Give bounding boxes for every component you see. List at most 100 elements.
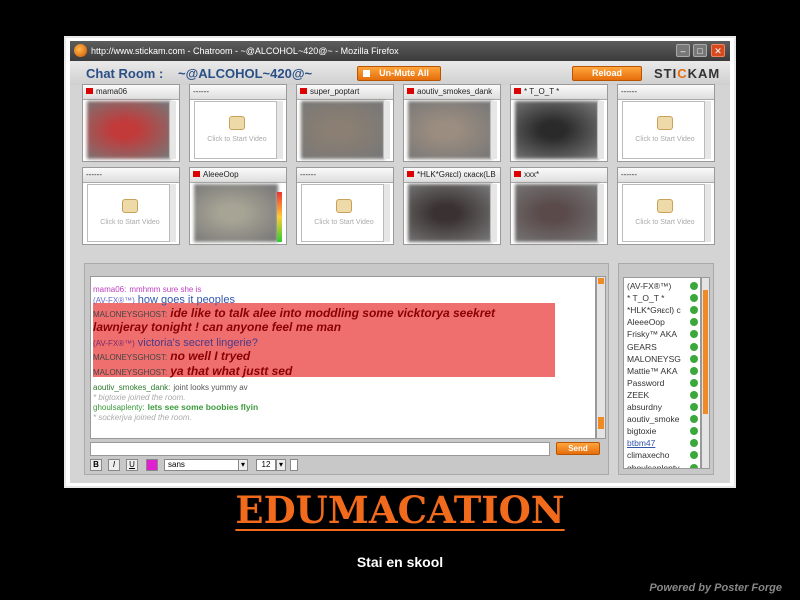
user-list-item[interactable]: MALONEYSG	[627, 354, 687, 364]
empty-video-slot[interactable]: Click to Start Video	[622, 101, 706, 159]
send-button[interactable]: Send	[556, 442, 600, 455]
flag-icon[interactable]	[86, 88, 93, 94]
video-feed[interactable]	[515, 184, 599, 242]
option-checkbox[interactable]	[290, 459, 298, 471]
video-feed[interactable]	[515, 101, 599, 159]
tile-scrollbar	[276, 101, 283, 159]
empty-video-slot[interactable]: Click to Start Video	[301, 184, 385, 242]
user-list-item[interactable]: absurdny	[627, 402, 687, 412]
powered-by: Powered by Poster Forge	[649, 582, 782, 594]
message-text: lawnjeray tonight ! can anyone feel me m…	[93, 320, 342, 334]
user-list-item[interactable]: * T_O_T *	[627, 293, 687, 303]
user-list-item[interactable]: climaxecho	[627, 450, 687, 460]
font-select[interactable]: sans	[164, 459, 248, 471]
video-tile[interactable]: ------ Click to Start Video	[189, 84, 287, 162]
video-tile[interactable]: ------ Click to Start Video	[82, 167, 180, 245]
scroll-up-arrow[interactable]	[598, 278, 604, 284]
italic-button[interactable]: I	[108, 459, 120, 471]
video-tile[interactable]: AleeeOop	[189, 167, 287, 245]
user-list-item[interactable]: bigtoxie	[627, 426, 687, 436]
minimize-button[interactable]: –	[676, 44, 690, 57]
user-list-item[interactable]: btbm47	[627, 438, 687, 448]
flag-icon[interactable]	[193, 171, 200, 177]
video-feed[interactable]	[87, 101, 171, 159]
tile-header: AleeeOop	[190, 168, 286, 183]
message-input[interactable]	[90, 442, 550, 456]
user-status-icon	[690, 282, 698, 290]
tile-username: ------	[621, 170, 637, 179]
empty-video-slot[interactable]: Click to Start Video	[194, 101, 278, 159]
empty-video-slot[interactable]: Click to Start Video	[87, 184, 171, 242]
user-status-icon	[690, 294, 698, 303]
tile-header: aoutiv_smokes_dank	[404, 85, 500, 100]
user-list-item[interactable]: GEARS	[627, 342, 687, 352]
video-tile[interactable]: ------ Click to Start Video	[617, 84, 715, 162]
video-feed[interactable]	[408, 184, 492, 242]
user-list-item[interactable]: Frisky™ AKA	[627, 329, 687, 339]
user-list-item[interactable]: Password	[627, 378, 687, 388]
unmute-all-button[interactable]: Un-Mute All	[357, 66, 441, 81]
tile-username: ------	[621, 87, 637, 96]
message-user[interactable]: MALONEYSGHOST:	[93, 368, 167, 377]
chevron-down-icon[interactable]: ▾	[238, 459, 248, 471]
close-button[interactable]: ✕	[711, 44, 725, 57]
user-list-item[interactable]: ghoulsaplenty	[627, 463, 687, 469]
underline-button[interactable]: U	[126, 459, 138, 471]
user-list-scrollbar[interactable]	[701, 277, 710, 469]
flag-icon[interactable]	[514, 88, 521, 94]
video-tile[interactable]: super_poptart	[296, 84, 394, 162]
video-tile[interactable]: aoutiv_smokes_dank	[403, 84, 501, 162]
video-feed[interactable]	[194, 184, 278, 242]
camera-icon	[657, 116, 673, 130]
chat-message: * sockerjva joined the room.	[93, 407, 192, 425]
video-tile[interactable]: *HLK*Gяεcl) скаск(LB	[403, 167, 501, 245]
user-list-item[interactable]: AleeeOop	[627, 317, 687, 327]
flag-icon[interactable]	[514, 171, 521, 177]
video-tile[interactable]: ------ Click to Start Video	[296, 167, 394, 245]
start-video-text: Click to Start Video	[635, 136, 695, 143]
poster-subtitle: Stai en skool	[356, 554, 444, 570]
user-status-icon	[690, 451, 698, 460]
bold-button[interactable]: B	[90, 459, 102, 471]
maximize-button[interactable]: □	[693, 44, 707, 57]
tile-username: ------	[86, 170, 102, 179]
scroll-thumb[interactable]	[598, 417, 604, 429]
user-list-item[interactable]: Mattie™ AKA	[627, 366, 687, 376]
user-status-icon	[690, 330, 698, 339]
tile-scrollbar	[704, 101, 711, 159]
video-tile[interactable]: mama06	[82, 84, 180, 162]
video-tile[interactable]: ------ Click to Start Video	[617, 167, 715, 245]
chevron-down-icon[interactable]: ▾	[276, 459, 286, 471]
reload-button[interactable]: Reload	[572, 66, 642, 81]
poster-title: EDUMACATION	[235, 488, 565, 532]
tile-scrollbar	[704, 184, 711, 242]
start-video-text: Click to Start Video	[207, 136, 267, 143]
text-color-swatch[interactable]	[146, 459, 158, 471]
tile-header: ------	[618, 85, 714, 100]
chat-scrollbar[interactable]	[596, 276, 606, 439]
message-user[interactable]: MALONEYSGHOST:	[93, 353, 167, 362]
flag-icon[interactable]	[300, 88, 307, 94]
stickam-logo: STICKAM	[654, 66, 721, 81]
empty-video-slot[interactable]: Click to Start Video	[622, 184, 706, 242]
tile-scrollbar	[169, 101, 176, 159]
user-list-item[interactable]: aoutiv_smoke	[627, 414, 687, 424]
video-feed[interactable]	[301, 101, 385, 159]
video-tile[interactable]: * T_O_T *	[510, 84, 608, 162]
user-status-icon	[690, 415, 698, 424]
user-status-icon	[690, 463, 698, 468]
tile-username: AleeeOop	[203, 170, 239, 179]
video-tile[interactable]: xxx*	[510, 167, 608, 245]
scroll-thumb[interactable]	[703, 290, 708, 414]
user-status-icon	[690, 342, 698, 351]
user-status-icon	[690, 439, 698, 448]
user-list-item[interactable]: *HLK*Gяεcl) c	[627, 305, 687, 315]
user-list-item[interactable]: (AV-FX®™)	[627, 281, 687, 291]
font-size-select[interactable]: 12	[256, 459, 276, 471]
flag-icon[interactable]	[407, 88, 414, 94]
user-status-icon	[690, 366, 698, 375]
user-list-item[interactable]: ZEEK	[627, 390, 687, 400]
tile-username: mama06	[96, 87, 128, 96]
flag-icon[interactable]	[407, 171, 414, 177]
video-feed[interactable]	[408, 101, 492, 159]
